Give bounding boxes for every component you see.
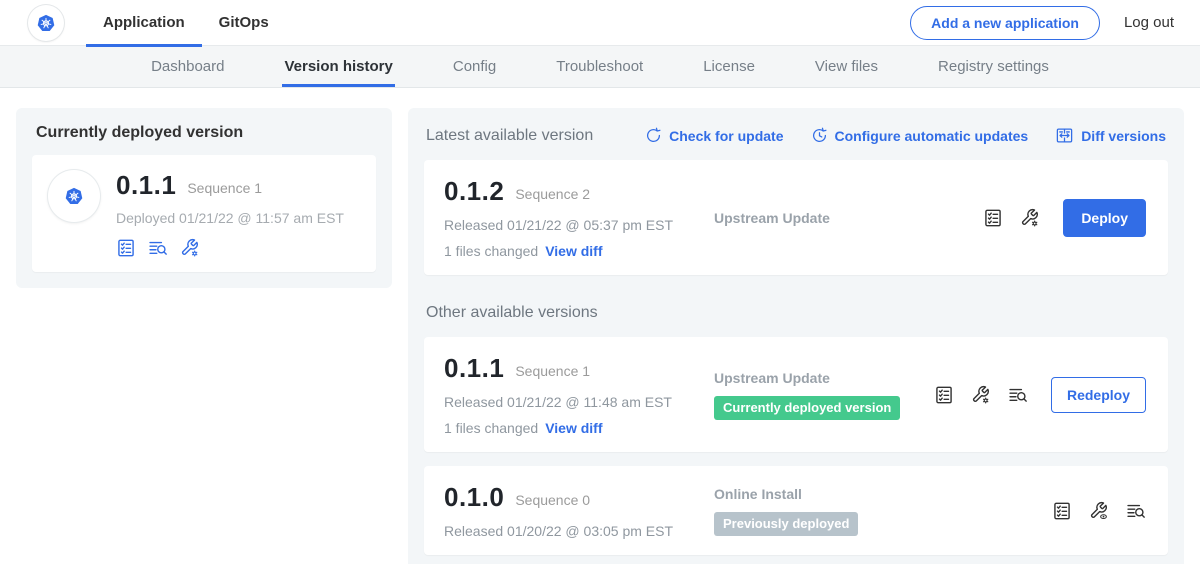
edit-config-icon[interactable] (971, 385, 991, 405)
view-diff-link[interactable]: View diff (545, 420, 602, 436)
diff-icon (1055, 126, 1074, 145)
deployed-version-card: 0.1.1 Sequence 1 Deployed 01/21/22 @ 11:… (32, 155, 376, 272)
available-panel-title: Latest available version (426, 127, 593, 145)
kubernetes-icon (64, 186, 84, 206)
redeploy-button[interactable]: Redeploy (1051, 377, 1146, 413)
view-logs-icon[interactable] (1008, 385, 1028, 405)
sequence-label: Sequence 0 (515, 488, 590, 508)
preflight-checks-icon[interactable] (934, 385, 954, 405)
version-row-0-1-2: 0.1.2 Sequence 2 Released 01/21/22 @ 05:… (424, 160, 1168, 275)
subnav-item-view-files[interactable]: View files (815, 46, 878, 87)
view-logs-icon[interactable] (148, 238, 168, 258)
preflight-checks-icon[interactable] (116, 238, 136, 258)
schedule-update-icon (811, 127, 828, 144)
preflight-checks-icon[interactable] (1052, 501, 1072, 521)
main-content: Currently deployed version 0.1.1 Sequenc… (0, 88, 1200, 564)
edit-config-icon[interactable] (180, 238, 200, 258)
version-number: 0.1.0 (444, 482, 504, 513)
check-for-update-link[interactable]: Check for update (645, 127, 783, 144)
header-tabs: Application GitOps (86, 0, 286, 46)
version-source-label: Upstream Update (714, 370, 934, 386)
header-right: Add a new application Log out (910, 6, 1174, 40)
configure-automatic-updates-label: Configure automatic updates (835, 128, 1029, 144)
panel-actions: Check for update Configure automatic upd… (645, 126, 1166, 145)
released-timestamp: Released 01/20/22 @ 03:05 pm EST (444, 523, 696, 539)
add-application-button[interactable]: Add a new application (910, 6, 1100, 40)
deploy-button[interactable]: Deploy (1063, 199, 1146, 237)
app-logo (28, 5, 64, 41)
version-number: 0.1.2 (444, 176, 504, 207)
app-avatar (48, 170, 100, 222)
version-row-0-1-0: 0.1.0 Sequence 0 Released 01/20/22 @ 03:… (424, 466, 1168, 555)
edit-config-icon[interactable] (1020, 208, 1040, 228)
version-source-label: Online Install (714, 486, 1052, 502)
subnav-item-dashboard[interactable]: Dashboard (151, 46, 224, 87)
deployed-sequence-label: Sequence 1 (187, 176, 262, 196)
currently-deployed-panel: Currently deployed version 0.1.1 Sequenc… (16, 108, 392, 288)
deployed-version-number: 0.1.1 (116, 170, 176, 201)
app-subnav: Dashboard Version history Config Trouble… (0, 46, 1200, 88)
other-versions-title: Other available versions (426, 304, 1166, 322)
subnav-item-registry-settings[interactable]: Registry settings (938, 46, 1049, 87)
logout-button[interactable]: Log out (1124, 14, 1174, 31)
view-logs-icon[interactable] (1126, 501, 1146, 521)
version-source-label: Upstream Update (714, 210, 983, 226)
subnav-item-troubleshoot[interactable]: Troubleshoot (556, 46, 643, 87)
released-timestamp: Released 01/21/22 @ 05:37 pm EST (444, 217, 696, 233)
sequence-label: Sequence 2 (515, 182, 590, 202)
check-for-update-label: Check for update (669, 128, 783, 144)
app-header: Application GitOps Add a new application… (0, 0, 1200, 46)
refresh-icon (645, 127, 662, 144)
deployed-panel-title: Currently deployed version (32, 124, 376, 142)
sequence-label: Sequence 1 (515, 359, 590, 379)
diff-versions-link[interactable]: Diff versions (1055, 126, 1166, 145)
subnav-item-license[interactable]: License (703, 46, 755, 87)
subnav-item-version-history[interactable]: Version history (284, 46, 392, 87)
currently-deployed-badge: Currently deployed version (714, 396, 900, 420)
available-versions-panel: Latest available version Check for updat… (408, 108, 1184, 564)
diff-versions-label: Diff versions (1081, 128, 1166, 144)
released-timestamp: Released 01/21/22 @ 11:48 am EST (444, 394, 696, 410)
version-number: 0.1.1 (444, 353, 504, 384)
previously-deployed-badge: Previously deployed (714, 512, 858, 536)
files-changed-label: 1 files changed (444, 420, 538, 436)
deployed-timestamp: Deployed 01/21/22 @ 11:57 am EST (116, 210, 344, 226)
version-row-0-1-1: 0.1.1 Sequence 1 Released 01/21/22 @ 11:… (424, 337, 1168, 452)
subnav-item-config[interactable]: Config (453, 46, 496, 87)
kubernetes-icon (36, 13, 56, 33)
view-diff-link[interactable]: View diff (545, 243, 602, 259)
files-changed-label: 1 files changed (444, 243, 538, 259)
configure-automatic-updates-link[interactable]: Configure automatic updates (811, 127, 1029, 144)
tab-application[interactable]: Application (86, 0, 202, 46)
tab-gitops[interactable]: GitOps (202, 0, 286, 46)
view-config-icon[interactable] (1089, 501, 1109, 521)
preflight-checks-icon[interactable] (983, 208, 1003, 228)
